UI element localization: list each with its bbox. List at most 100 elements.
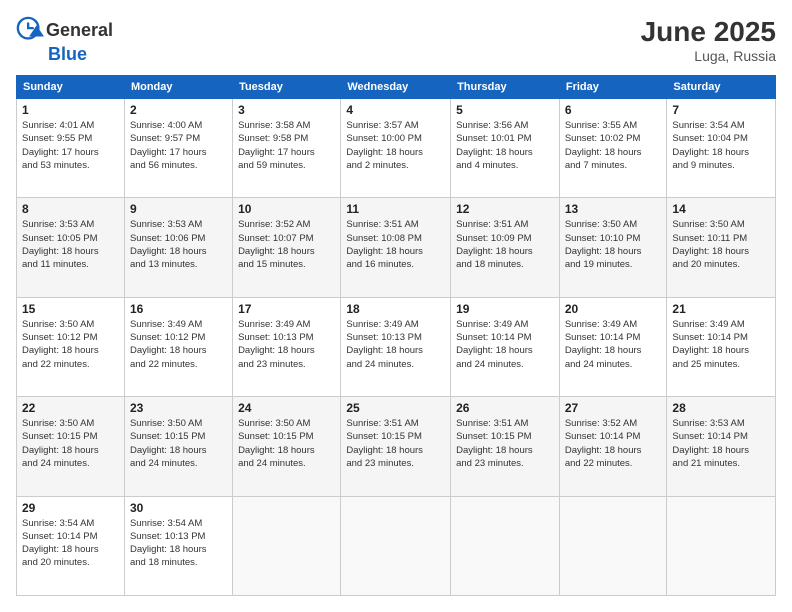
table-row: 19 Sunrise: 3:49 AMSunset: 10:14 PMDaylig…	[451, 297, 560, 396]
day-number: 10	[238, 202, 335, 216]
page: General Blue June 2025 Luga, Russia Sund…	[0, 0, 792, 612]
table-row: 4Sunrise: 3:57 AMSunset: 10:00 PMDayligh…	[341, 99, 451, 198]
logo-icon	[16, 16, 44, 44]
table-row: 13 Sunrise: 3:50 AMSunset: 10:10 PMDaylig…	[559, 198, 667, 297]
day-info: Sunrise: 4:00 AMSunset: 9:57 PMDaylight:…	[130, 119, 227, 172]
day-number: 27	[565, 401, 662, 415]
col-thursday: Thursday	[451, 76, 560, 99]
day-info: Sunrise: 3:50 AMSunset: 10:12 PMDaylight…	[22, 318, 119, 371]
day-info: Sunrise: 3:50 AMSunset: 10:15 PMDaylight…	[22, 417, 119, 470]
table-row: 21 Sunrise: 3:49 AMSunset: 10:14 PMDaylig…	[667, 297, 776, 396]
table-row: 6Sunrise: 3:55 AMSunset: 10:02 PMDayligh…	[559, 99, 667, 198]
day-number: 29	[22, 501, 119, 515]
col-friday: Friday	[559, 76, 667, 99]
calendar-week-row: 22 Sunrise: 3:50 AMSunset: 10:15 PMDaylig…	[17, 397, 776, 496]
table-row: 1 Sunrise: 4:01 AMSunset: 9:55 PMDaylight…	[17, 99, 125, 198]
table-row: 25 Sunrise: 3:51 AMSunset: 10:15 PMDaylig…	[341, 397, 451, 496]
day-number: 19	[456, 302, 554, 316]
day-info: Sunrise: 3:53 AMSunset: 10:06 PMDaylight…	[130, 218, 227, 271]
day-info: Sunrise: 4:01 AMSunset: 9:55 PMDaylight:…	[22, 119, 119, 172]
header: General Blue June 2025 Luga, Russia	[16, 16, 776, 65]
day-info: Sunrise: 3:49 AMSunset: 10:13 PMDaylight…	[238, 318, 335, 371]
table-row: 5 Sunrise: 3:56 AMSunset: 10:01 PMDayligh…	[451, 99, 560, 198]
table-row	[559, 496, 667, 595]
table-row: 2 Sunrise: 4:00 AMSunset: 9:57 PMDaylight…	[124, 99, 232, 198]
table-row: 27 Sunrise: 3:52 AMSunset: 10:14 PMDaylig…	[559, 397, 667, 496]
table-row	[667, 496, 776, 595]
day-info: Sunrise: 3:56 AMSunset: 10:01 PMDaylight…	[456, 119, 554, 172]
day-number: 9	[130, 202, 227, 216]
table-row	[451, 496, 560, 595]
day-info: Sunrise: 3:52 AMSunset: 10:14 PMDaylight…	[565, 417, 662, 470]
day-info: Sunrise: 3:54 AMSunset: 10:13 PMDaylight…	[130, 517, 227, 570]
day-number: 18	[346, 302, 445, 316]
table-row: 22 Sunrise: 3:50 AMSunset: 10:15 PMDaylig…	[17, 397, 125, 496]
month-title: June 2025	[641, 16, 776, 48]
day-number: 13	[565, 202, 662, 216]
day-info: Sunrise: 3:58 AMSunset: 9:58 PMDaylight:…	[238, 119, 335, 172]
day-info: Sunrise: 3:52 AMSunset: 10:07 PMDaylight…	[238, 218, 335, 271]
table-row	[233, 496, 341, 595]
day-number: 5	[456, 103, 554, 117]
col-saturday: Saturday	[667, 76, 776, 99]
day-number: 26	[456, 401, 554, 415]
calendar-week-row: 15Sunrise: 3:50 AMSunset: 10:12 PMDaylig…	[17, 297, 776, 396]
calendar-header-row: Sunday Monday Tuesday Wednesday Thursday…	[17, 76, 776, 99]
day-info: Sunrise: 3:54 AMSunset: 10:14 PMDaylight…	[22, 517, 119, 570]
table-row: 3 Sunrise: 3:58 AMSunset: 9:58 PMDaylight…	[233, 99, 341, 198]
day-info: Sunrise: 3:50 AMSunset: 10:10 PMDaylight…	[565, 218, 662, 271]
day-number: 3	[238, 103, 335, 117]
day-number: 11	[346, 202, 445, 216]
day-number: 21	[672, 302, 770, 316]
col-tuesday: Tuesday	[233, 76, 341, 99]
table-row: 14 Sunrise: 3:50 AMSunset: 10:11 PMDaylig…	[667, 198, 776, 297]
table-row: 28Sunrise: 3:53 AMSunset: 10:14 PMDaylig…	[667, 397, 776, 496]
table-row	[341, 496, 451, 595]
logo-general-text: General	[46, 20, 113, 41]
table-row: 23 Sunrise: 3:50 AMSunset: 10:15 PMDaylig…	[124, 397, 232, 496]
table-row: 16 Sunrise: 3:49 AMSunset: 10:12 PMDaylig…	[124, 297, 232, 396]
day-info: Sunrise: 3:49 AMSunset: 10:12 PMDaylight…	[130, 318, 227, 371]
table-row: 30 Sunrise: 3:54 AMSunset: 10:13 PMDaylig…	[124, 496, 232, 595]
table-row: 18 Sunrise: 3:49 AMSunset: 10:13 PMDaylig…	[341, 297, 451, 396]
table-row: 11 Sunrise: 3:51 AMSunset: 10:08 PMDaylig…	[341, 198, 451, 297]
day-info: Sunrise: 3:51 AMSunset: 10:08 PMDaylight…	[346, 218, 445, 271]
title-block: June 2025 Luga, Russia	[641, 16, 776, 64]
calendar-week-row: 29 Sunrise: 3:54 AMSunset: 10:14 PMDaylig…	[17, 496, 776, 595]
day-info: Sunrise: 3:51 AMSunset: 10:15 PMDaylight…	[456, 417, 554, 470]
day-number: 1	[22, 103, 119, 117]
day-number: 14	[672, 202, 770, 216]
day-number: 20	[565, 302, 662, 316]
table-row: 17Sunrise: 3:49 AMSunset: 10:13 PMDaylig…	[233, 297, 341, 396]
table-row: 7Sunrise: 3:54 AMSunset: 10:04 PMDayligh…	[667, 99, 776, 198]
table-row: 8Sunrise: 3:53 AMSunset: 10:05 PMDayligh…	[17, 198, 125, 297]
day-info: Sunrise: 3:51 AMSunset: 10:15 PMDaylight…	[346, 417, 445, 470]
day-info: Sunrise: 3:49 AMSunset: 10:13 PMDaylight…	[346, 318, 445, 371]
table-row: 26 Sunrise: 3:51 AMSunset: 10:15 PMDaylig…	[451, 397, 560, 496]
table-row: 29 Sunrise: 3:54 AMSunset: 10:14 PMDaylig…	[17, 496, 125, 595]
logo-blue-text: Blue	[48, 44, 87, 65]
table-row: 15Sunrise: 3:50 AMSunset: 10:12 PMDaylig…	[17, 297, 125, 396]
calendar-week-row: 8Sunrise: 3:53 AMSunset: 10:05 PMDayligh…	[17, 198, 776, 297]
table-row: 24 Sunrise: 3:50 AMSunset: 10:15 PMDaylig…	[233, 397, 341, 496]
day-number: 24	[238, 401, 335, 415]
day-number: 23	[130, 401, 227, 415]
day-number: 25	[346, 401, 445, 415]
day-number: 16	[130, 302, 227, 316]
col-monday: Monday	[124, 76, 232, 99]
day-number: 30	[130, 501, 227, 515]
day-info: Sunrise: 3:49 AMSunset: 10:14 PMDaylight…	[672, 318, 770, 371]
day-number: 2	[130, 103, 227, 117]
logo: General Blue	[16, 16, 113, 65]
col-wednesday: Wednesday	[341, 76, 451, 99]
day-number: 7	[672, 103, 770, 117]
table-row: 10 Sunrise: 3:52 AMSunset: 10:07 PMDaylig…	[233, 198, 341, 297]
day-number: 8	[22, 202, 119, 216]
day-info: Sunrise: 3:50 AMSunset: 10:15 PMDaylight…	[130, 417, 227, 470]
day-info: Sunrise: 3:49 AMSunset: 10:14 PMDaylight…	[565, 318, 662, 371]
day-info: Sunrise: 3:50 AMSunset: 10:11 PMDaylight…	[672, 218, 770, 271]
day-number: 22	[22, 401, 119, 415]
day-info: Sunrise: 3:50 AMSunset: 10:15 PMDaylight…	[238, 417, 335, 470]
day-info: Sunrise: 3:49 AMSunset: 10:14 PMDaylight…	[456, 318, 554, 371]
col-sunday: Sunday	[17, 76, 125, 99]
